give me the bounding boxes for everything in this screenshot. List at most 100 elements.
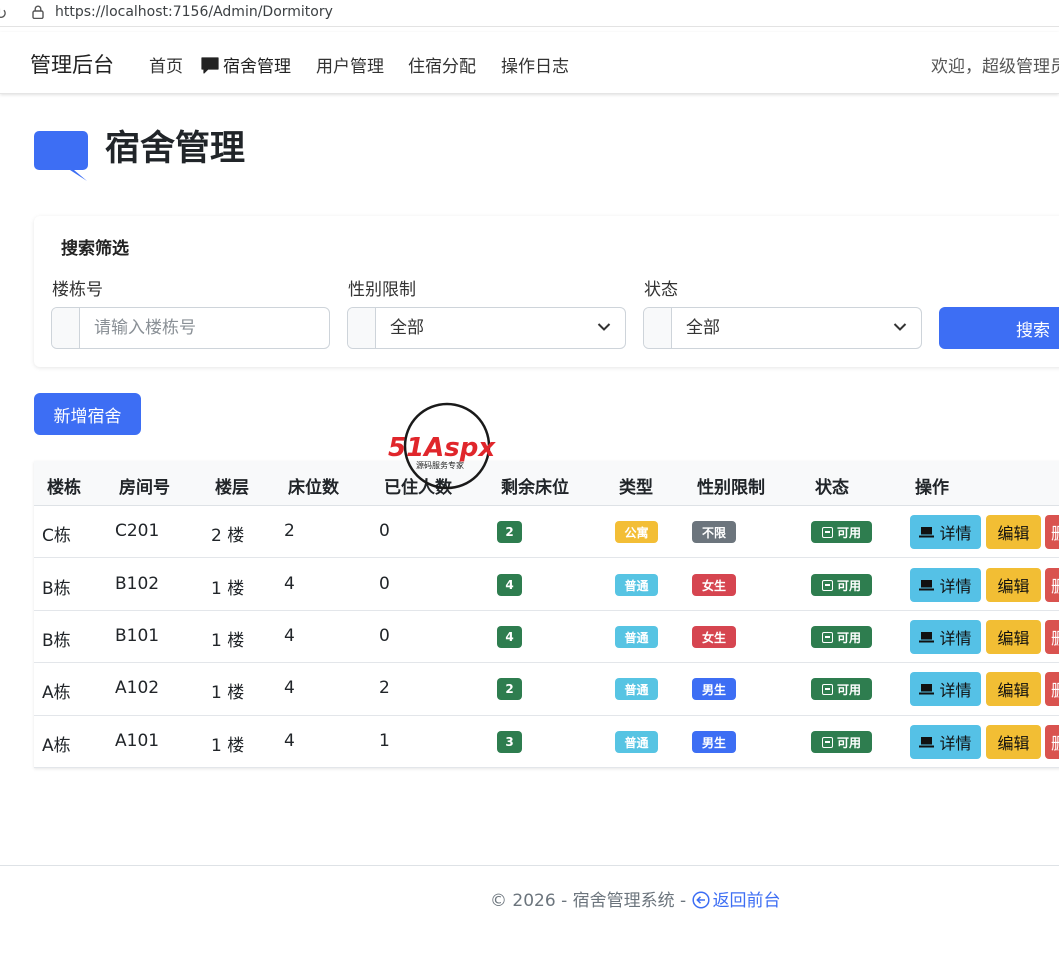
svg-text:51Aspx: 51Aspx [388, 433, 496, 463]
status-badge-label: 可用 [836, 735, 861, 750]
cell-beds: 4 [284, 678, 295, 698]
row-divider [34, 610, 1059, 611]
status-select-group: 全部 [643, 307, 922, 349]
status-square-icon [821, 683, 833, 695]
cell-beds: 4 [284, 626, 295, 646]
detail-button[interactable]: 详情 [910, 620, 981, 654]
col-actions: 操作 [915, 478, 949, 498]
building-label: 楼栋号 [52, 280, 103, 300]
detail-button[interactable]: 详情 [910, 672, 981, 706]
cell-floor: 1 楼 [211, 683, 245, 703]
cell-floor: 1 楼 [211, 579, 245, 599]
detail-button-label: 详情 [939, 629, 972, 648]
status-square-icon [821, 736, 833, 748]
cell-beds: 4 [284, 731, 295, 751]
delete-button-label: 删除 [1051, 520, 1059, 544]
top-navbar: 管理后台 首页 宿舍管理 用户管理 住宿分配 操作日志 欢迎，超级管理员 [0, 32, 1059, 94]
search-button[interactable]: 搜索 [939, 307, 1059, 349]
building-input-group [51, 307, 330, 349]
gender-select-value: 全部 [390, 318, 424, 338]
dormitory-table [34, 461, 1059, 768]
chat-icon [34, 131, 88, 181]
nav-users[interactable]: 用户管理 [316, 52, 384, 77]
cell-occupied: 1 [379, 731, 390, 751]
footer-copyright: © 2026 - 宿舍管理系统 - [490, 891, 692, 911]
status-square-icon [821, 526, 833, 538]
cell-occupied: 2 [379, 678, 390, 698]
browser-address-bar[interactable]: ↻ https://localhost:7156/Admin/Dormitory [0, 0, 1059, 27]
col-room: 房间号 [119, 478, 170, 498]
cell-building: A栋 [42, 683, 71, 703]
gender-badge: 男生 [692, 678, 736, 700]
status-badge-label: 可用 [836, 578, 861, 593]
input-addon [348, 308, 376, 348]
delete-button[interactable]: 删除 [1045, 672, 1059, 706]
laptop-icon [919, 684, 935, 695]
edit-button[interactable]: 编辑 [986, 515, 1041, 549]
chevron-down-icon [597, 323, 611, 331]
nav-dormitory[interactable]: 宿舍管理 [201, 52, 291, 77]
nav-dormitory-label: 宿舍管理 [223, 57, 291, 77]
gender-badge: 女生 [692, 626, 736, 648]
row-divider [34, 715, 1059, 716]
remaining-badge: 2 [497, 678, 522, 700]
building-input[interactable] [80, 308, 329, 348]
detail-button-label: 详情 [939, 681, 972, 700]
input-addon [52, 308, 80, 348]
gender-label: 性别限制 [348, 280, 416, 300]
status-select[interactable]: 全部 [672, 308, 921, 348]
delete-button[interactable]: 删除 [1045, 515, 1059, 549]
status-badge-label: 可用 [836, 525, 861, 540]
remaining-badge: 2 [497, 521, 522, 543]
delete-button-label: 删除 [1051, 625, 1059, 649]
status-badge: 可用 [811, 731, 872, 753]
delete-button[interactable]: 删除 [1045, 725, 1059, 759]
cell-building: B栋 [42, 631, 71, 651]
detail-button-label: 详情 [939, 524, 972, 543]
detail-button[interactable]: 详情 [910, 515, 981, 549]
type-badge: 普通 [615, 574, 658, 596]
back-to-front-link[interactable]: 返回前台 [692, 891, 781, 911]
remaining-badge: 4 [497, 574, 522, 596]
laptop-icon [919, 737, 935, 748]
footer-divider [0, 865, 1059, 866]
edit-button[interactable]: 编辑 [986, 620, 1041, 654]
edit-button[interactable]: 编辑 [986, 672, 1041, 706]
detail-button[interactable]: 详情 [910, 568, 981, 602]
status-square-icon [821, 579, 833, 591]
navbar-brand[interactable]: 管理后台 [30, 49, 114, 79]
gender-select[interactable]: 全部 [376, 308, 625, 348]
delete-button[interactable]: 删除 [1045, 620, 1059, 654]
status-label: 状态 [644, 280, 678, 300]
nav-logs[interactable]: 操作日志 [501, 52, 569, 77]
footer: © 2026 - 宿舍管理系统 - 返回前台 [490, 886, 781, 911]
laptop-icon [919, 632, 935, 643]
detail-button-label: 详情 [939, 577, 972, 596]
detail-button-label: 详情 [939, 734, 972, 753]
add-dormitory-button[interactable]: 新增宿舍 [34, 393, 141, 435]
gender-badge: 男生 [692, 731, 736, 753]
detail-button[interactable]: 详情 [910, 725, 981, 759]
col-remaining: 剩余床位 [501, 478, 569, 498]
cell-beds: 2 [284, 521, 295, 541]
delete-button[interactable]: 删除 [1045, 568, 1059, 602]
reload-icon[interactable]: ↻ [0, 4, 7, 23]
row-divider [34, 557, 1059, 558]
row-divider [34, 767, 1059, 768]
edit-button[interactable]: 编辑 [986, 725, 1041, 759]
row-divider [34, 662, 1059, 663]
status-badge: 可用 [811, 626, 872, 648]
cell-building: A栋 [42, 736, 71, 756]
cell-floor: 1 楼 [211, 736, 245, 756]
nav-home[interactable]: 首页 [149, 52, 183, 77]
status-badge: 可用 [811, 521, 872, 543]
url-text[interactable]: https://localhost:7156/Admin/Dormitory [55, 4, 333, 20]
nav-allocation[interactable]: 住宿分配 [408, 52, 476, 77]
search-card-title: 搜索筛选 [61, 239, 129, 259]
status-square-icon [821, 631, 833, 643]
edit-button[interactable]: 编辑 [986, 568, 1041, 602]
delete-button-label: 删除 [1051, 677, 1059, 701]
status-badge: 可用 [811, 574, 872, 596]
col-beds: 床位数 [288, 478, 339, 498]
col-gender: 性别限制 [697, 478, 765, 498]
